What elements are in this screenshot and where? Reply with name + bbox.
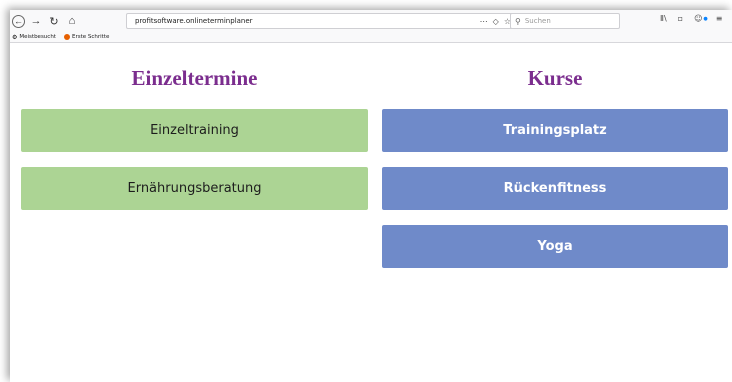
url-bar[interactable]: profitsoftware.onlineterminplaner ⋯ ◇ ☆ (126, 13, 516, 29)
einzeltermine-title: Einzeltermine (131, 66, 258, 90)
bookmarks-bar: ⚙ Meistbesucht Erste Schritte (10, 32, 732, 43)
sidebar-icon[interactable]: ▫ (678, 14, 683, 23)
home-icon[interactable]: ⌂ (65, 14, 79, 28)
browser-toolbar: ← → ↻ ⌂ profitsoftware.onlineterminplane… (10, 10, 732, 32)
back-arrow-icon[interactable]: ← (12, 14, 25, 28)
pocket-icon[interactable]: ◇ (493, 17, 499, 26)
toolbar-right-icons: Ⅱ\ ▫ ☺ ● ≡ (660, 14, 732, 23)
gear-icon: ⚙ (12, 34, 18, 41)
firefox-icon (63, 34, 70, 40)
reload-icon[interactable]: ↻ (47, 14, 61, 28)
search-icon: ⚲ (515, 16, 521, 26)
search-placeholder: Suchen (524, 17, 551, 25)
browser-window: ← → ↻ ⌂ profitsoftware.onlineterminplane… (10, 10, 732, 382)
page-content: Einzeltermine Kurse Einzeltraining Ernäh… (10, 44, 732, 382)
yoga-button[interactable]: Yoga (382, 225, 728, 268)
url-text[interactable]: profitsoftware.onlineterminplaner (135, 17, 475, 25)
forward-arrow-icon[interactable]: → (29, 14, 43, 28)
notification-dot-icon: ● (703, 15, 708, 22)
ernaehrungsberatung-button[interactable]: Ernährungsberatung (21, 167, 368, 210)
kurse-title: Kurse (527, 66, 583, 90)
trainingsplatz-button[interactable]: Trainingsplatz (382, 109, 728, 152)
bookmark-erste-schritte[interactable]: Erste Schritte (63, 34, 109, 40)
bookmark-meistbesucht[interactable]: ⚙ Meistbesucht (12, 34, 56, 41)
library-icon[interactable]: Ⅱ\ (660, 14, 667, 23)
more-actions-icon[interactable]: ⋯ (480, 17, 488, 26)
einzeltraining-button[interactable]: Einzeltraining (21, 109, 368, 152)
menu-icon[interactable]: ≡ (716, 14, 723, 23)
rueckenfitness-button[interactable]: Rückenfitness (382, 167, 728, 210)
account-icon[interactable]: ☺ (694, 14, 702, 23)
search-bar[interactable]: ⚲ Suchen (510, 13, 620, 29)
